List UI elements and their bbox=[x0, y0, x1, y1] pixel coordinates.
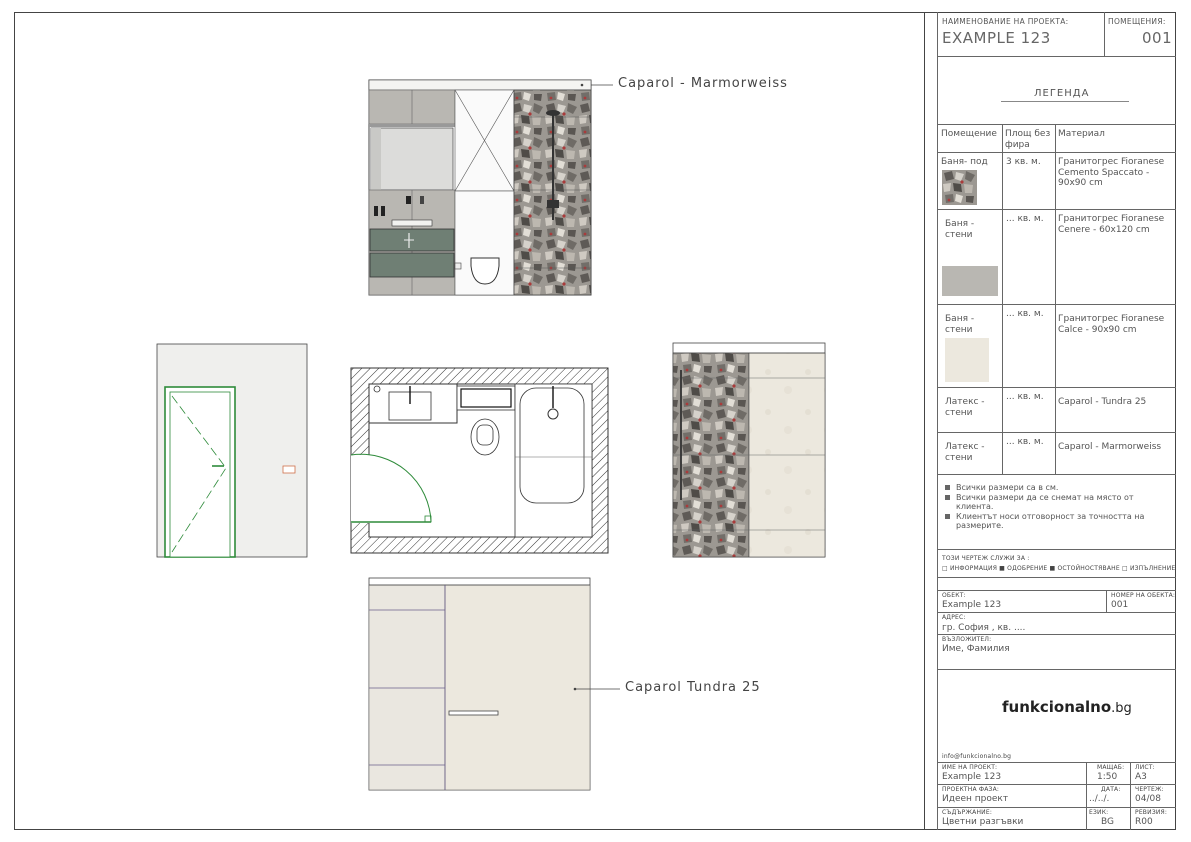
rev-label: РЕВИЗИЯ: bbox=[1135, 809, 1168, 816]
phase-value: Идеен проект bbox=[942, 794, 1009, 804]
bottom-elevation bbox=[368, 577, 620, 791]
address-value: гр. София , кв. .... bbox=[942, 623, 1026, 633]
rev-value: R00 bbox=[1135, 817, 1153, 827]
scale-label: МАЩАБ: bbox=[1097, 764, 1125, 771]
drawing-area bbox=[156, 79, 826, 791]
sheet-value: A3 bbox=[1135, 772, 1147, 782]
address-label: АДРЕС: bbox=[942, 614, 966, 621]
legend-header-material: Материал bbox=[1058, 129, 1105, 139]
proj-name-label: ИМЕ НА ПРОЕКТ: bbox=[942, 764, 998, 771]
object-no-value: 001 bbox=[1111, 600, 1129, 610]
object-value: Example 123 bbox=[942, 600, 1002, 610]
client-value: Име, Фамилия bbox=[942, 644, 1010, 654]
swatch-terrazzo bbox=[942, 170, 977, 205]
purpose-options: □ ИНФОРМАЦИЯ ■ ОДОБРЕНИЕ ■ ОСТОЙНОСТЯВАН… bbox=[942, 565, 1176, 572]
callout-bottom: Caparol Tundra 25 bbox=[625, 680, 761, 695]
content-label: СЪДЪРЖАНИЕ: bbox=[942, 809, 993, 816]
legend-title: ЛЕГЕНДА bbox=[1034, 88, 1090, 99]
note-item: Всички размери са в см. bbox=[945, 483, 1167, 493]
object-label: ОБЕКТ: bbox=[942, 592, 966, 599]
room-label: ПОМЕЩЕНИЯ: bbox=[1108, 17, 1166, 26]
date-label: ДАТА: bbox=[1101, 786, 1121, 793]
right-elevation bbox=[672, 342, 826, 558]
drawing-value: 04/08 bbox=[1135, 794, 1161, 804]
lang-value: BG bbox=[1101, 817, 1114, 827]
brand-logo: funkcionalno.bg bbox=[1002, 698, 1132, 716]
email: info@funkcionalno.bg bbox=[942, 753, 1012, 760]
drawing-label: ЧЕРТЕЖ: bbox=[1135, 786, 1164, 793]
legend-header-room: Помещение bbox=[941, 129, 997, 139]
left-elevation bbox=[156, 343, 308, 558]
object-no-label: НОМЕР НА ОБЕКТА: bbox=[1111, 592, 1176, 599]
legend-header-area: Площ без фира bbox=[1005, 129, 1051, 150]
notes: Всички размери са в см. Всички размери д… bbox=[945, 483, 1167, 531]
lang-label: ЕЗИК: bbox=[1089, 809, 1109, 816]
client-label: ВЪЗЛОЖИТЕЛ: bbox=[942, 636, 992, 643]
project-name-label: НАИМЕНОВАНИЕ НА ПРОЕКТА: bbox=[942, 17, 1069, 26]
floor-plan bbox=[350, 367, 609, 554]
title-block: НАИМЕНОВАНИЕ НА ПРОЕКТА: EXAMPLE 123 ПОМ… bbox=[924, 12, 1176, 830]
room-value: 001 bbox=[1142, 29, 1173, 47]
swatch-cream bbox=[945, 338, 989, 382]
content-value: Цветни разгъвки bbox=[942, 817, 1024, 827]
note-item: Клиентът носи отговорност за точността н… bbox=[945, 512, 1167, 531]
date-value: ../../. bbox=[1089, 794, 1110, 804]
proj-name-value: Example 123 bbox=[942, 772, 1002, 782]
note-item: Всички размери да се снемат на място от … bbox=[945, 493, 1167, 512]
purpose-label: ТОЗИ ЧЕРТЕЖ СЛУЖИ ЗА : bbox=[942, 555, 1030, 562]
sheet-label: ЛИСТ: bbox=[1135, 764, 1155, 771]
scale-value: 1:50 bbox=[1097, 772, 1118, 782]
callout-top: Caparol - Marmorweiss bbox=[618, 76, 788, 91]
project-name: EXAMPLE 123 bbox=[942, 29, 1051, 47]
top-elevation bbox=[368, 79, 613, 296]
swatch-grey bbox=[942, 266, 998, 296]
phase-label: ПРОЕКТНА ФАЗА: bbox=[942, 786, 1000, 793]
